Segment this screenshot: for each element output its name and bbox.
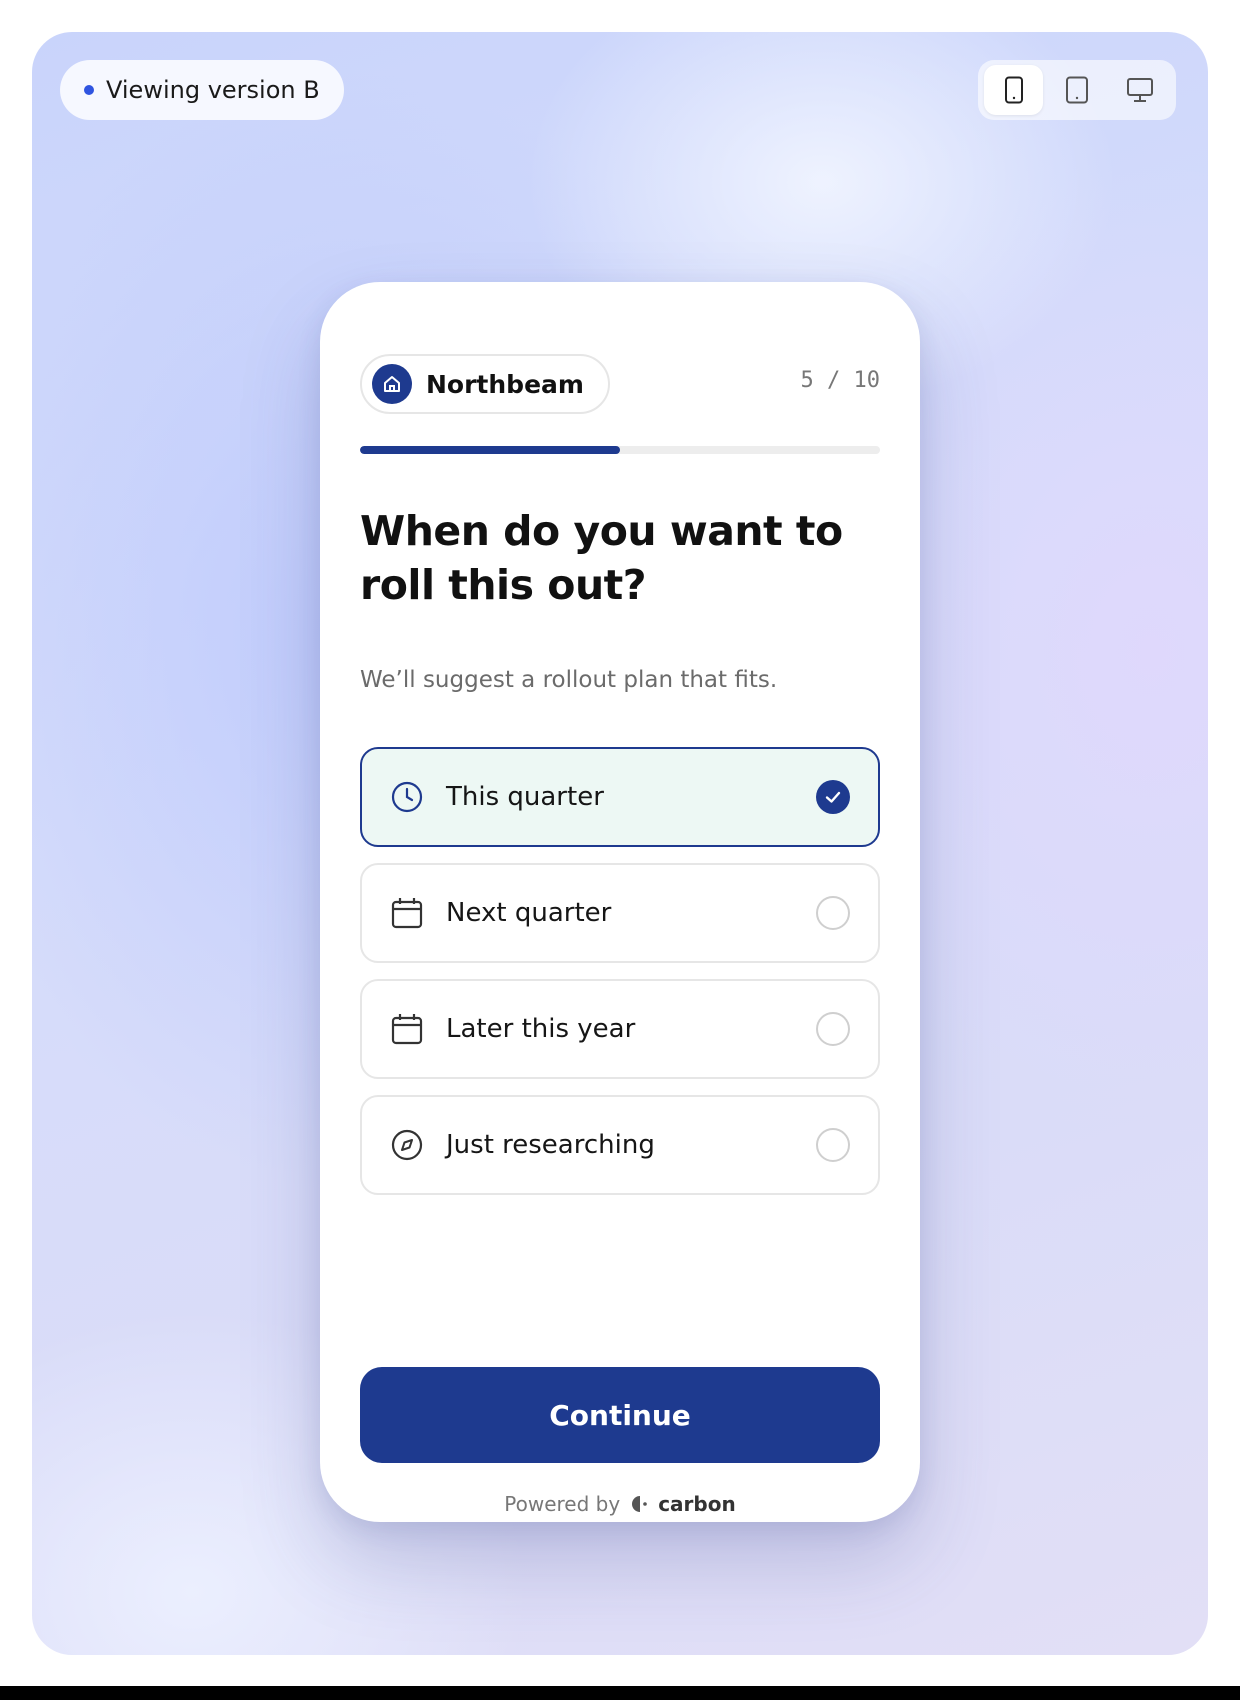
option-label: This quarter xyxy=(446,782,604,812)
home-icon xyxy=(372,364,412,404)
option-later-this-year[interactable]: Later this year xyxy=(360,979,880,1079)
option-label: Just researching xyxy=(446,1130,655,1160)
calendar-icon xyxy=(390,896,424,930)
continue-button[interactable]: Continue xyxy=(360,1367,880,1463)
option-list: This quarter Next quarter Later this yea… xyxy=(360,747,880,1211)
status-dot xyxy=(84,85,94,95)
option-this-quarter[interactable]: This quarter xyxy=(360,747,880,847)
option-label: Later this year xyxy=(446,1014,636,1044)
phone-icon xyxy=(1004,76,1023,104)
powered-by: Powered by carbon xyxy=(320,1492,920,1516)
tablet-icon xyxy=(1065,76,1088,104)
progress-fill xyxy=(360,446,620,454)
monitor-icon xyxy=(1127,78,1154,102)
question-subtitle: We’ll suggest a rollout plan that fits. xyxy=(360,667,778,693)
brand-badge: Northbeam xyxy=(360,354,610,414)
carbon-logo-icon xyxy=(632,1496,648,1512)
option-just-researching[interactable]: Just researching xyxy=(360,1095,880,1195)
powered-by-label: Powered by xyxy=(504,1492,621,1516)
radio-unchecked[interactable] xyxy=(816,1012,850,1046)
survey-card: Northbeam 5 / 10 When do you want to rol… xyxy=(320,282,920,1522)
tablet-view-button[interactable] xyxy=(1047,65,1106,115)
bottom-edge-bar xyxy=(0,1686,1240,1700)
step-counter: 5 / 10 xyxy=(800,368,880,393)
radio-checked[interactable] xyxy=(816,780,850,814)
powered-by-brand[interactable]: carbon xyxy=(630,1492,736,1516)
radio-unchecked[interactable] xyxy=(816,1128,850,1162)
preview-canvas: Viewing version B Northbeam 5 / 10 When … xyxy=(32,32,1208,1655)
calendar-icon xyxy=(390,1012,424,1046)
brand-name: Northbeam xyxy=(426,369,584,399)
question-title: When do you want to roll this out? xyxy=(360,507,843,609)
radio-unchecked[interactable] xyxy=(816,896,850,930)
compass-icon xyxy=(390,1128,424,1162)
clock-icon xyxy=(390,780,424,814)
device-switcher xyxy=(978,60,1176,120)
progress-bar xyxy=(360,446,880,454)
option-label: Next quarter xyxy=(446,898,612,928)
mobile-view-button[interactable] xyxy=(984,65,1044,115)
option-next-quarter[interactable]: Next quarter xyxy=(360,863,880,963)
desktop-view-button[interactable] xyxy=(1111,65,1170,115)
powered-by-brand-name: carbon xyxy=(658,1492,736,1516)
version-label: Viewing version B xyxy=(106,76,320,104)
check-icon xyxy=(825,791,841,803)
version-badge: Viewing version B xyxy=(60,60,344,120)
